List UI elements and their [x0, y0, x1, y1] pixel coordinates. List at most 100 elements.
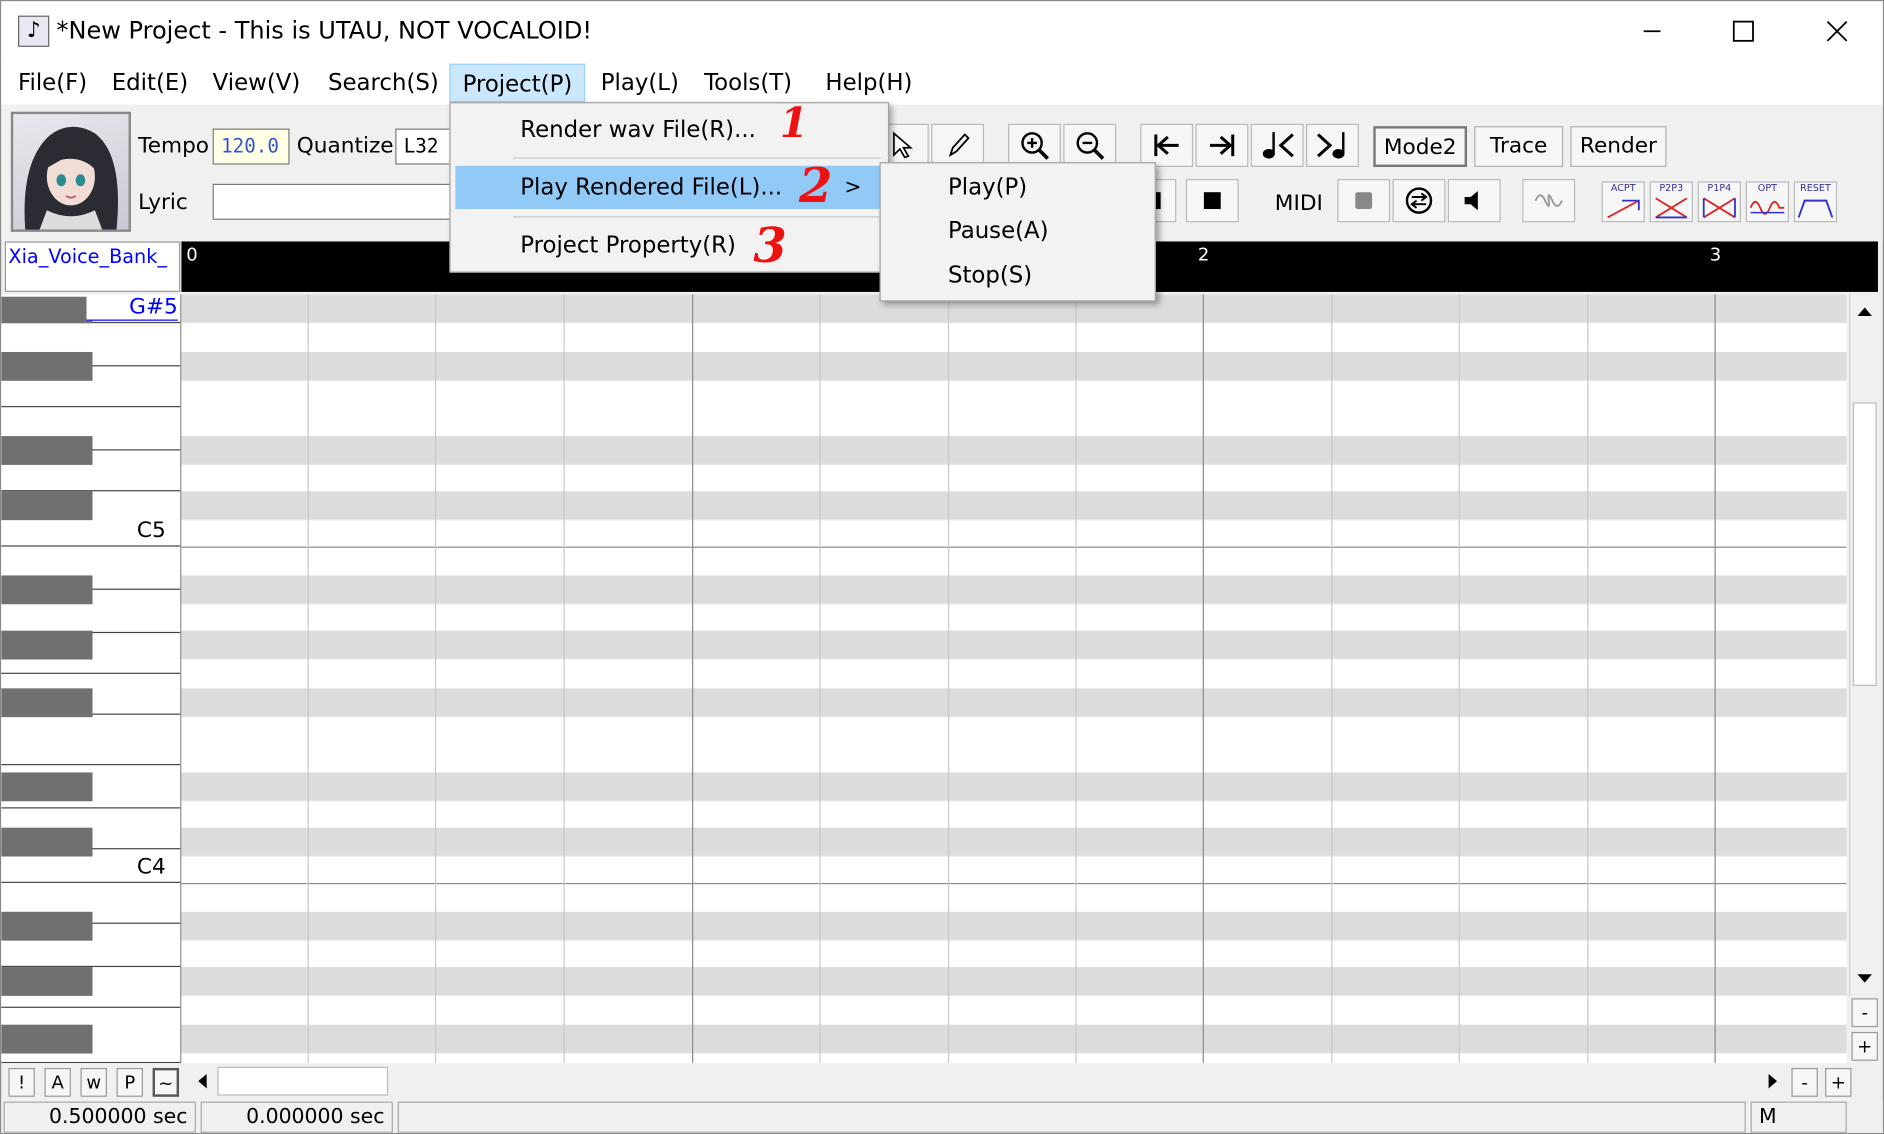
- piano-black-key[interactable]: [1, 436, 93, 465]
- p2p3-icon: [1655, 197, 1688, 219]
- acpt-label: ACPT: [1610, 182, 1636, 194]
- go-start-button[interactable]: [1140, 123, 1194, 167]
- jump-start-icon: [1154, 134, 1179, 157]
- lyric-input[interactable]: [212, 183, 453, 220]
- measure-3: 3: [1709, 243, 1722, 266]
- beat-line: [1458, 294, 1460, 1064]
- piano-black-key[interactable]: [1, 630, 93, 660]
- piano-black-key[interactable]: [1, 296, 93, 324]
- beat-line: [307, 294, 309, 1064]
- grid-row: [181, 772, 1847, 802]
- stop-icon: [1203, 192, 1221, 210]
- acpt-button[interactable]: ACPT: [1601, 181, 1645, 223]
- horizontal-zoom-out-button[interactable]: -: [1791, 1067, 1818, 1097]
- vertical-scrollbar[interactable]: [1849, 294, 1878, 996]
- menu-tools[interactable]: Tools(T): [692, 64, 804, 102]
- piano-black-key[interactable]: [1, 575, 93, 605]
- music-note-icon: ♪: [18, 15, 50, 47]
- vertical-zoom-out-button[interactable]: -: [1851, 998, 1878, 1028]
- opt-button[interactable]: OPT: [1745, 181, 1790, 223]
- scroll-down-arrow-icon[interactable]: [1855, 967, 1874, 991]
- annotation-number-2: 2: [798, 157, 833, 214]
- zoom-out-button[interactable]: [1063, 123, 1117, 167]
- toggle-p-button[interactable]: P: [116, 1067, 143, 1097]
- piano-white-key[interactable]: [1, 715, 181, 766]
- grid-row: [181, 688, 1847, 718]
- beat-line: [947, 294, 950, 1064]
- horizontal-zoom-in-button[interactable]: +: [1825, 1067, 1852, 1097]
- p1p4-button[interactable]: P1P4: [1697, 181, 1741, 223]
- reset-button[interactable]: RESET: [1793, 181, 1838, 223]
- toggle-bang-button[interactable]: !: [8, 1067, 35, 1097]
- note-right-icon: [1317, 132, 1345, 159]
- submenu-pause[interactable]: Pause(A): [886, 209, 1153, 252]
- grid-row: [181, 911, 1847, 941]
- quantize-select[interactable]: L32: [395, 128, 453, 165]
- pencil-tool-button[interactable]: [931, 123, 985, 167]
- quantize-label: Quantize: [296, 133, 394, 159]
- submenu-stop[interactable]: Stop(S): [886, 253, 1153, 296]
- close-button[interactable]: [1791, 1, 1882, 61]
- piano-black-key[interactable]: [1, 911, 93, 941]
- p2p3-button[interactable]: P2P3: [1649, 181, 1693, 223]
- stop-button[interactable]: [1185, 178, 1239, 223]
- maximize-button[interactable]: [1698, 1, 1789, 61]
- horizontal-scrollbar[interactable]: [188, 1065, 1790, 1097]
- go-end-button[interactable]: [1195, 123, 1249, 167]
- menu-file[interactable]: File(F): [6, 64, 99, 102]
- minimize-icon: [1643, 30, 1661, 33]
- voicebank-name[interactable]: Xia_Voice_Bank_: [4, 241, 181, 292]
- menu-search[interactable]: Search(S): [316, 64, 451, 102]
- piano-black-key[interactable]: [1, 772, 93, 802]
- window-title: *New Project - This is UTAU, NOT VOCALOI…: [56, 15, 593, 45]
- menu-help[interactable]: Help(H): [813, 64, 924, 102]
- vertical-scroll-thumb[interactable]: [1852, 402, 1877, 686]
- scroll-up-arrow-icon[interactable]: [1855, 299, 1874, 323]
- piano-black-key[interactable]: [1, 491, 93, 521]
- menu-play[interactable]: Play(L): [589, 64, 691, 102]
- acpt-icon: [1607, 199, 1640, 219]
- menu-edit[interactable]: Edit(E): [100, 64, 200, 102]
- menu-project-property[interactable]: Project Property(R): [455, 223, 883, 266]
- scroll-right-arrow-icon[interactable]: [1763, 1069, 1785, 1093]
- piano-keyboard[interactable]: G#5 C5 C4: [1, 294, 182, 1064]
- note-grid[interactable]: [181, 294, 1847, 1064]
- menu-render-wav[interactable]: Render wav File(R)...: [455, 108, 883, 151]
- mode2-toggle[interactable]: Mode2: [1373, 126, 1468, 167]
- minimize-button[interactable]: [1606, 1, 1697, 61]
- midi-record-button[interactable]: [1337, 178, 1391, 223]
- piano-black-key[interactable]: [1, 688, 93, 718]
- toggle-tilde-button[interactable]: ~: [152, 1067, 180, 1097]
- envelope-button[interactable]: [1522, 178, 1576, 223]
- speaker-button[interactable]: [1447, 178, 1501, 223]
- note-prev-button[interactable]: [1250, 123, 1304, 167]
- piano-black-key[interactable]: [1, 1024, 93, 1054]
- piano-black-key[interactable]: [1, 351, 93, 381]
- p1p4-label: P1P4: [1707, 182, 1732, 194]
- piano-black-key[interactable]: [1, 827, 93, 857]
- horizontal-scroll-thumb[interactable]: [217, 1066, 389, 1096]
- tempo-input[interactable]: 120.0: [212, 128, 290, 165]
- submenu-play[interactable]: Play(P): [886, 166, 1153, 209]
- envelope-wave-icon: [1534, 194, 1563, 207]
- measure-line: [692, 294, 694, 1064]
- grid-row: [181, 436, 1847, 465]
- vertical-zoom-in-button[interactable]: +: [1851, 1031, 1878, 1061]
- measure-0: 0: [186, 243, 198, 266]
- menu-project[interactable]: Project(P): [449, 63, 586, 103]
- grid-row: [181, 575, 1847, 605]
- trace-button[interactable]: Trace: [1474, 126, 1564, 167]
- piano-black-key[interactable]: [1, 967, 93, 996]
- midi-settings-button[interactable]: [1392, 178, 1446, 223]
- note-next-button[interactable]: [1306, 123, 1359, 167]
- scroll-left-arrow-icon[interactable]: [191, 1069, 213, 1093]
- octave-line: [181, 546, 1847, 548]
- toggle-a-button[interactable]: A: [44, 1067, 71, 1097]
- toggle-w-button[interactable]: w: [80, 1067, 107, 1097]
- zoom-in-button[interactable]: [1008, 123, 1061, 167]
- menu-view[interactable]: View(V): [201, 64, 313, 102]
- status-message: [397, 1101, 1746, 1133]
- jump-end-icon: [1209, 134, 1235, 157]
- render-button[interactable]: Render: [1570, 126, 1667, 167]
- voicebank-avatar[interactable]: [10, 111, 131, 232]
